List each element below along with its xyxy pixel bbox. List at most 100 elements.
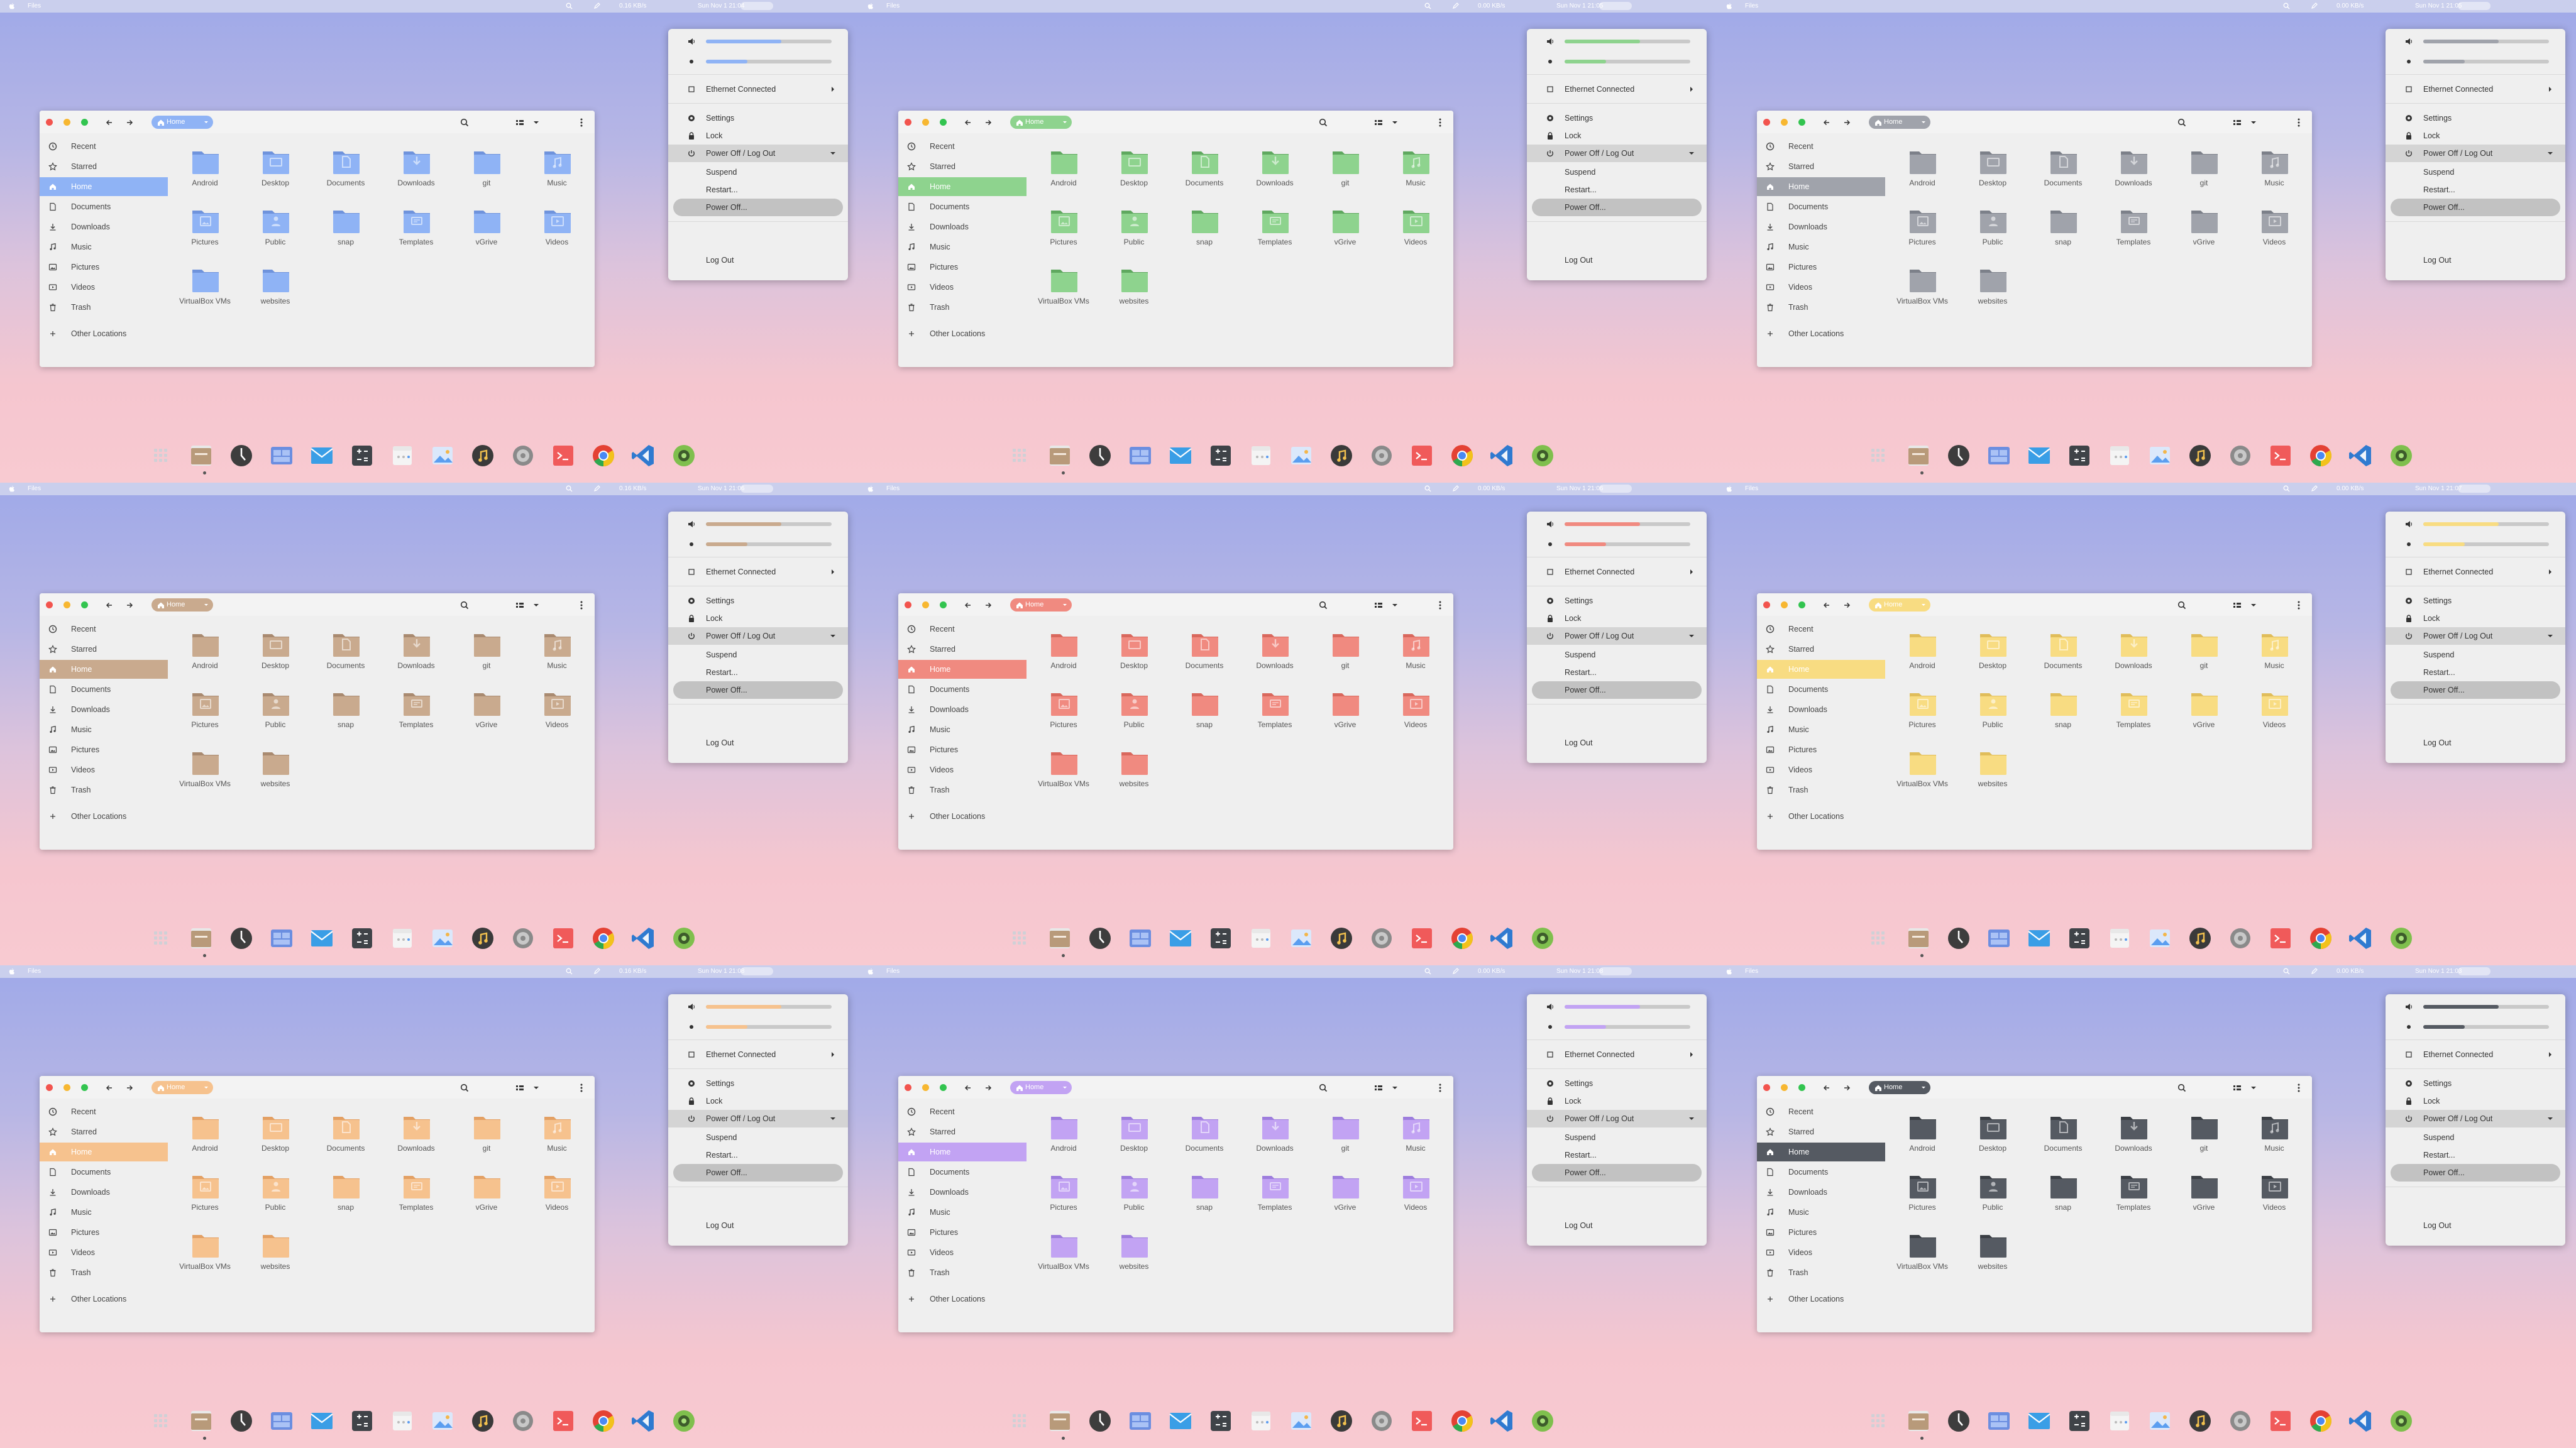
power-submenu[interactable]: Power Off / Log Out (1527, 145, 1707, 162)
music-player-icon[interactable] (2186, 1407, 2214, 1435)
clock-app-icon[interactable] (228, 442, 255, 469)
close-button[interactable] (1763, 601, 1770, 608)
folder-item[interactable]: Music (525, 1111, 589, 1166)
folder-item[interactable]: Pictures (1032, 1170, 1096, 1226)
folder-item[interactable]: websites (1102, 1229, 1166, 1285)
chrome-icon[interactable] (590, 924, 617, 952)
chrome-icon[interactable] (1448, 1407, 1476, 1435)
file-manager-icon[interactable] (1046, 1407, 1074, 1435)
folder-item[interactable]: Android (1032, 628, 1096, 684)
minimize-button[interactable] (1781, 119, 1788, 126)
clock[interactable]: Sun Nov 1 21:05 (1556, 3, 1604, 9)
sidebar-item-home[interactable]: Home (40, 660, 168, 679)
sidebar-item-starred[interactable]: Starred (40, 157, 168, 176)
folder-item[interactable]: Downloads (1243, 1111, 1307, 1166)
folder-item[interactable]: Desktop (1102, 146, 1166, 201)
folder-item[interactable]: VirtualBox VMs (173, 1229, 237, 1285)
workspace-icon[interactable] (1985, 442, 2013, 469)
mic-row[interactable] (1527, 535, 1707, 553)
calculator-icon[interactable] (1207, 924, 1235, 952)
folder-item[interactable]: VirtualBox VMs (173, 747, 237, 802)
android-studio-icon[interactable] (1529, 1407, 1556, 1435)
sidebar-item-other-locations[interactable]: Other Locations (898, 807, 1027, 826)
folder-item[interactable]: snap (314, 205, 378, 260)
folder-item[interactable]: VirtualBox VMs (1890, 264, 1954, 319)
system-status-area[interactable] (740, 967, 773, 975)
suspend-item[interactable]: Suspend (668, 1129, 848, 1146)
folder-item[interactable]: git (2172, 1111, 2236, 1166)
back-icon[interactable] (964, 601, 972, 610)
folder-item[interactable]: Templates (384, 688, 448, 743)
restart-item[interactable]: Restart... (2386, 181, 2565, 199)
pen-icon[interactable] (593, 3, 600, 9)
chevron-down-icon[interactable] (1390, 1083, 1400, 1093)
calculator-icon[interactable] (348, 442, 376, 469)
sidebar-item-trash[interactable]: Trash (40, 298, 168, 317)
folder-item[interactable]: git (1313, 1111, 1377, 1166)
active-app-name[interactable]: Files (886, 3, 900, 9)
forward-icon[interactable] (984, 118, 993, 127)
suspend-item[interactable]: Suspend (668, 646, 848, 664)
settings-item[interactable]: Settings (2386, 592, 2565, 610)
forward-icon[interactable] (1842, 118, 1851, 127)
folder-item[interactable]: Templates (384, 205, 448, 260)
folder-item[interactable]: Desktop (243, 1111, 307, 1166)
volume-row[interactable] (1527, 998, 1707, 1016)
sidebar-item-trash[interactable]: Trash (898, 1263, 1027, 1282)
mic-row[interactable] (2386, 53, 2565, 70)
system-status-area[interactable] (740, 2, 773, 10)
folder-item[interactable]: Videos (1384, 688, 1448, 743)
ethernet-item[interactable]: Ethernet Connected (1527, 563, 1707, 581)
menu-icon[interactable] (2294, 600, 2304, 610)
chrome-icon[interactable] (2307, 1407, 2335, 1435)
mic-row[interactable] (668, 1018, 848, 1036)
app-grid-icon[interactable] (1864, 442, 1892, 469)
calendar-icon[interactable] (388, 1407, 416, 1435)
image-viewer-icon[interactable] (2146, 442, 2174, 469)
power-off-item[interactable]: Power Off... (673, 199, 843, 216)
close-button[interactable] (1763, 1084, 1770, 1091)
clock[interactable]: Sun Nov 1 21:06 (698, 485, 745, 492)
folder-item[interactable]: VirtualBox VMs (1032, 747, 1096, 802)
calendar-icon[interactable] (1247, 442, 1275, 469)
sidebar-item-home[interactable]: Home (898, 1143, 1027, 1161)
calculator-icon[interactable] (2066, 442, 2093, 469)
search-icon[interactable] (1318, 600, 1328, 610)
terminal-icon[interactable] (2267, 924, 2294, 952)
close-button[interactable] (905, 119, 911, 126)
folder-item[interactable]: snap (2031, 688, 2095, 743)
power-off-item[interactable]: Power Off... (673, 681, 843, 699)
system-status-area[interactable] (2458, 967, 2491, 975)
folder-item[interactable]: Android (1890, 628, 1954, 684)
sidebar-item-downloads[interactable]: Downloads (898, 1183, 1027, 1202)
lock-item[interactable]: Lock (668, 610, 848, 627)
folder-item[interactable]: Documents (2031, 146, 2095, 201)
breadcrumb[interactable]: Home (1869, 1081, 1930, 1094)
sidebar-item-trash[interactable]: Trash (1757, 1263, 1885, 1282)
clock[interactable]: Sun Nov 1 21:07 (2415, 485, 2462, 492)
vscode-icon[interactable] (630, 442, 658, 469)
forward-icon[interactable] (125, 1083, 134, 1092)
log-out-item[interactable]: Log Out (668, 734, 848, 752)
power-submenu[interactable]: Power Off / Log Out (668, 627, 848, 645)
mail-icon[interactable] (308, 1407, 336, 1435)
calculator-icon[interactable] (1207, 442, 1235, 469)
active-app-name[interactable]: Files (1745, 485, 1758, 492)
sidebar-item-other-locations[interactable]: Other Locations (40, 324, 168, 343)
android-studio-icon[interactable] (670, 1407, 698, 1435)
sidebar-item-music[interactable]: Music (898, 238, 1027, 256)
terminal-icon[interactable] (1408, 442, 1436, 469)
sidebar-item-music[interactable]: Music (1757, 720, 1885, 739)
folder-item[interactable]: Pictures (1032, 205, 1096, 260)
mail-icon[interactable] (308, 924, 336, 952)
power-submenu[interactable]: Power Off / Log Out (2386, 145, 2565, 162)
folder-item[interactable]: Music (1384, 146, 1448, 201)
volume-row[interactable] (2386, 33, 2565, 50)
apple-menu-icon[interactable] (9, 485, 15, 492)
minimize-button[interactable] (922, 601, 929, 608)
calendar-icon[interactable] (2106, 442, 2133, 469)
sidebar-item-documents[interactable]: Documents (40, 680, 168, 699)
folder-item[interactable]: websites (1961, 264, 2025, 319)
folder-item[interactable]: snap (2031, 205, 2095, 260)
forward-icon[interactable] (1842, 1083, 1851, 1092)
